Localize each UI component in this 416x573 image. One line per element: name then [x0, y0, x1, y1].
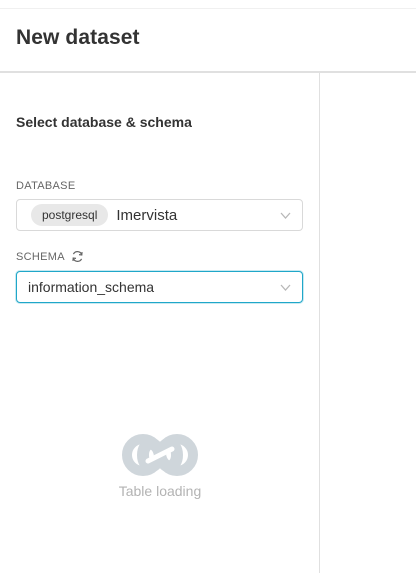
database-engine-tag: postgresql	[31, 204, 109, 226]
database-select[interactable]: postgresql Imervista	[16, 199, 303, 231]
table-loading: Table loading	[0, 433, 320, 499]
page-title: New dataset	[16, 26, 140, 49]
right-panel	[321, 73, 416, 573]
chevron-down-icon[interactable]	[280, 211, 291, 220]
schema-select[interactable]: information_schema	[16, 271, 303, 303]
database-label: DATABASE	[16, 180, 76, 192]
refresh-icon[interactable]	[71, 250, 84, 263]
schema-select-value: information_schema	[28, 279, 155, 295]
database-select-value: Imervista	[116, 206, 178, 224]
page-header: New dataset	[0, 9, 416, 73]
loading-text: Table loading	[118, 483, 202, 499]
left-panel: Select database & schema DATABASE postgr…	[0, 73, 320, 573]
loading-infinity-icon	[122, 434, 198, 476]
schema-label-row: SCHEMA	[16, 250, 84, 263]
chevron-down-icon[interactable]	[280, 283, 291, 292]
schema-label: SCHEMA	[16, 250, 65, 263]
top-strip	[0, 0, 416, 9]
section-title: Select database & schema	[16, 114, 192, 130]
page: New dataset Select database & schema DAT…	[0, 0, 416, 573]
